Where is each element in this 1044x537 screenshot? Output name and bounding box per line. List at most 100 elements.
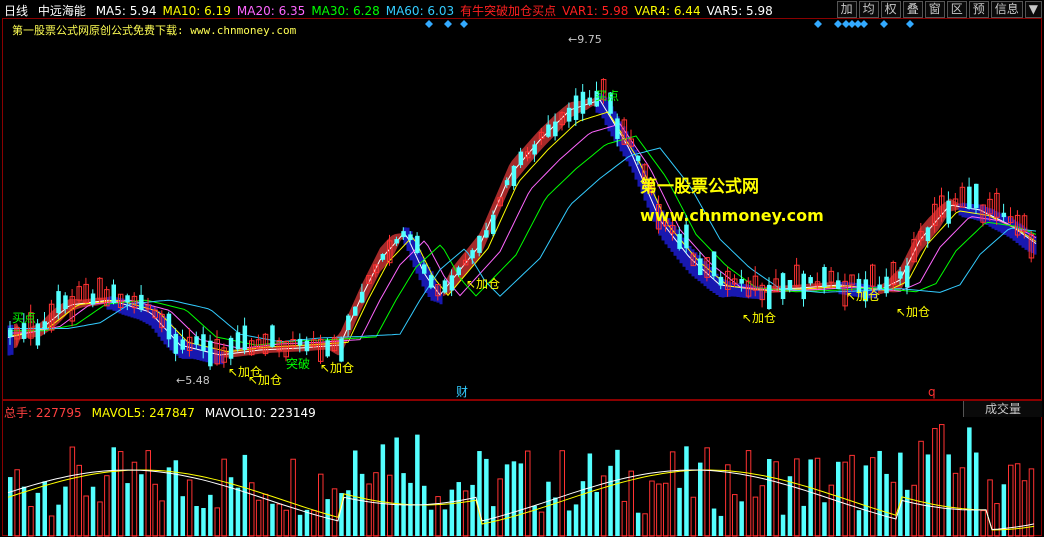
candle-body xyxy=(504,180,510,186)
candle-body xyxy=(801,273,806,300)
volume-bar xyxy=(497,478,503,537)
volume-bar xyxy=(752,496,759,537)
add-position-label: ↖加仓 xyxy=(466,277,500,291)
volume-bar xyxy=(932,428,938,537)
volume-bar xyxy=(711,508,717,536)
stock-chart-window: ←9.75 ←5.48 买点 买点 突破 ↖加仓 ↖加仓 ↖加仓 ↖加仓 ↖加仓 ↖加仓 ↖加仓财 q … xyxy=(0,0,1044,537)
candle-body xyxy=(325,340,330,357)
candle-body xyxy=(787,279,793,290)
volume-bar xyxy=(166,467,172,536)
ma-legend-item: VAR4: 6.44 xyxy=(634,4,701,18)
toolbar-button[interactable]: 信息 xyxy=(990,1,1023,18)
volume-bar xyxy=(422,485,427,536)
candle-body xyxy=(90,293,96,305)
candle-body xyxy=(56,291,61,314)
candle-body xyxy=(173,333,179,354)
candle-body xyxy=(836,280,841,289)
volume-bar xyxy=(28,505,34,537)
signal-diamond-icon xyxy=(834,20,842,28)
volume-bar xyxy=(63,486,68,536)
volume-bar xyxy=(304,509,310,536)
volume-bar xyxy=(449,489,455,536)
candle-body xyxy=(553,121,558,137)
add-position-label: ↖加仓 xyxy=(896,305,930,319)
toolbar-button[interactable]: 窗 xyxy=(924,1,945,18)
toolbar-button[interactable]: 均 xyxy=(858,1,879,18)
volume-bar xyxy=(773,461,779,537)
volume-bar xyxy=(435,496,441,537)
toolbar-button[interactable]: 预 xyxy=(968,1,989,18)
signal-diamond-icon xyxy=(814,20,822,28)
volume-bar xyxy=(69,446,76,537)
volume-bar xyxy=(566,510,572,536)
candle-body xyxy=(304,340,310,352)
volume-bar xyxy=(387,474,393,537)
volume-bar xyxy=(186,479,193,537)
candle-body xyxy=(408,234,413,241)
volume-bar xyxy=(242,454,248,536)
toolbar-button[interactable]: 加 xyxy=(836,1,857,18)
volume-bar xyxy=(745,450,752,537)
candle-body xyxy=(580,91,586,114)
volume-bar xyxy=(201,507,206,536)
candle-body xyxy=(587,97,593,105)
volume-bar xyxy=(221,458,227,537)
candle-body xyxy=(767,284,772,310)
toolbar-button[interactable]: 权 xyxy=(880,1,901,18)
signal-diamond-icon xyxy=(444,20,452,28)
volume-bar xyxy=(905,489,910,536)
volume-bar xyxy=(117,451,124,537)
volume-bar xyxy=(42,481,47,536)
candle-body xyxy=(532,144,537,155)
volume-bar xyxy=(394,437,399,536)
candle-body xyxy=(518,151,524,166)
signal-diamond-icon xyxy=(906,20,914,28)
toolbar-button[interactable]: 区 xyxy=(946,1,967,18)
buy-point-label: 买点 xyxy=(595,89,619,103)
volume-bar xyxy=(794,458,800,537)
volume-bar xyxy=(208,494,213,536)
volume-bar xyxy=(808,459,813,536)
volume-legend-item: MAVOL5: 247847 xyxy=(91,406,195,420)
candle-body xyxy=(353,306,358,316)
volume-bar xyxy=(318,473,324,537)
volume-bar xyxy=(615,449,620,536)
candle-body xyxy=(905,265,910,288)
volume-bar xyxy=(608,465,613,536)
candle-body xyxy=(698,258,703,276)
low-price-label: ←5.48 xyxy=(176,374,210,387)
volume-bar xyxy=(828,484,835,537)
ma-legend: 日线 中远海能 MA5: 5.94 MA10: 6.19 MA20: 6.35 MA3… xyxy=(4,2,785,19)
volume-bar xyxy=(180,496,185,536)
volume-bar xyxy=(83,495,89,537)
volume-bar xyxy=(442,509,448,536)
volume-bar xyxy=(877,450,882,536)
volume-bar xyxy=(594,491,599,536)
volume-bar xyxy=(849,454,855,537)
volume-bar xyxy=(538,511,545,537)
candle-body xyxy=(346,315,351,330)
toolbar-button[interactable]: ▼ xyxy=(1024,1,1042,18)
volume-bar xyxy=(684,446,689,536)
toolbar-button[interactable]: 叠 xyxy=(902,1,923,18)
candle-body xyxy=(573,95,579,120)
volume-bar xyxy=(270,503,275,536)
volume-bar xyxy=(14,469,20,537)
candle-body xyxy=(925,227,931,242)
candle-body xyxy=(415,235,420,253)
candle-body xyxy=(484,230,489,238)
volume-bar xyxy=(911,484,917,537)
volume-bar xyxy=(276,503,283,537)
candle-body xyxy=(111,284,116,304)
volume-bar xyxy=(525,450,531,537)
volume-bar xyxy=(939,424,945,537)
volume-bar xyxy=(663,482,669,537)
volume-bar xyxy=(470,484,475,536)
volume-bar xyxy=(35,492,41,536)
volume-bar xyxy=(415,434,420,536)
buy-point-label: 买点 xyxy=(12,311,36,325)
volume-bar xyxy=(380,444,386,536)
volume-indicator-tab[interactable]: 成交量 xyxy=(963,401,1042,417)
volume-bar xyxy=(518,463,524,536)
kline-chart[interactable]: ←9.75←5.48买点买点突破↖加仓↖加仓↖加仓↖加仓↖加仓↖加仓↖加仓财 q xyxy=(0,0,1044,537)
